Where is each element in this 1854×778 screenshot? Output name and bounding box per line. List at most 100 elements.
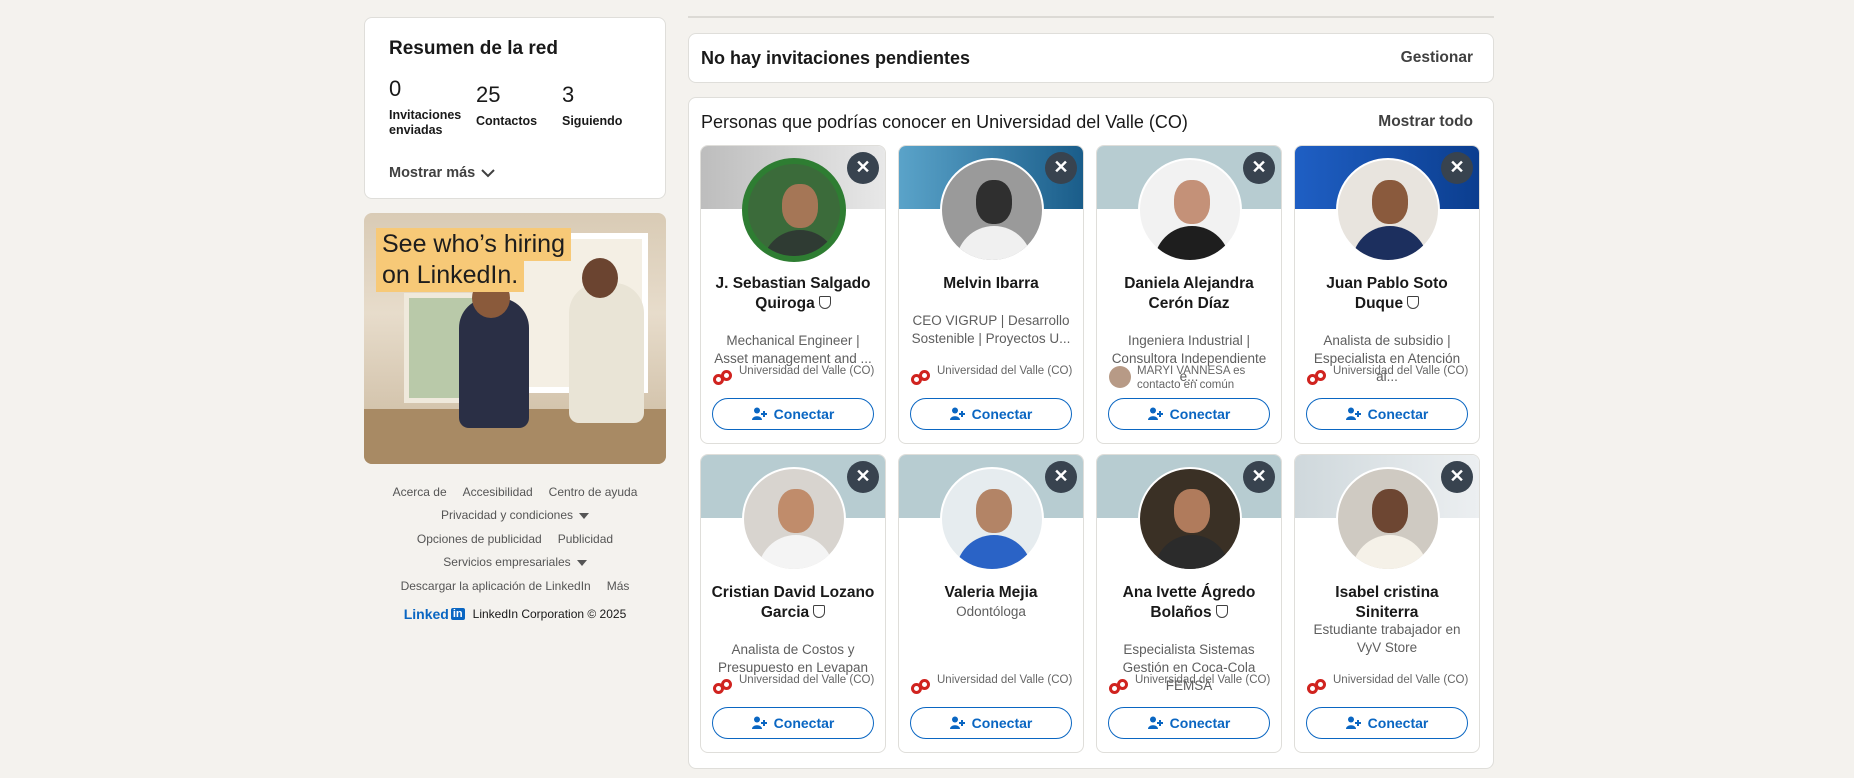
linkedin-logo-in: in bbox=[450, 607, 465, 620]
footer-link-accessibility[interactable]: Accesibilidad bbox=[463, 485, 533, 499]
dismiss-button[interactable]: ✕ bbox=[1243, 152, 1275, 184]
footer-link-help[interactable]: Centro de ayuda bbox=[549, 485, 638, 499]
univalle-logo-icon bbox=[1307, 368, 1327, 388]
person-name-text: Daniela Alejandra Cerón Díaz bbox=[1124, 275, 1254, 312]
connect-button[interactable]: Conectar bbox=[1306, 707, 1468, 739]
ad-image-person bbox=[569, 283, 644, 423]
close-icon: ✕ bbox=[1251, 157, 1267, 177]
dismiss-button[interactable]: ✕ bbox=[1441, 152, 1473, 184]
person-card[interactable]: ✕ J. Sebastian Salgado Quiroga Mechanica… bbox=[700, 145, 886, 444]
dismiss-button[interactable]: ✕ bbox=[1441, 461, 1473, 493]
person-card[interactable]: ✕ Cristian David Lozano Garcia Analista … bbox=[700, 454, 886, 753]
person-insight: Universidad del Valle (CO) bbox=[713, 673, 877, 697]
person-card[interactable]: ✕ Daniela Alejandra Cerón Díaz Ingeniera… bbox=[1096, 145, 1282, 444]
person-card[interactable]: ✕ Melvin Ibarra CEO VIGRUP | Desarrollo … bbox=[898, 145, 1084, 444]
show-more-button[interactable]: Mostrar más bbox=[389, 165, 495, 181]
person-name[interactable]: Valeria Mejia bbox=[907, 583, 1075, 603]
footer-link-business-label: Servicios empresariales bbox=[443, 555, 571, 570]
connect-label: Conectar bbox=[773, 406, 835, 422]
footer-link-privacy-label: Privacidad y condiciones bbox=[440, 508, 574, 523]
stat-number: 25 bbox=[476, 82, 501, 107]
footer-link-privacy[interactable]: Privacidad y condiciones bbox=[440, 508, 590, 523]
person-name[interactable]: Juan Pablo Soto Duque bbox=[1303, 274, 1471, 314]
stat-contacts[interactable]: 25 Contactos bbox=[476, 82, 537, 129]
footer-link-more[interactable]: Más bbox=[607, 579, 630, 593]
add-person-icon bbox=[751, 407, 767, 420]
person-insight: Universidad del Valle (CO) bbox=[911, 673, 1075, 697]
connect-button[interactable]: Conectar bbox=[1108, 398, 1270, 430]
close-icon: ✕ bbox=[1449, 157, 1465, 177]
person-insight: Universidad del Valle (CO) bbox=[911, 364, 1075, 388]
avatar[interactable] bbox=[742, 467, 846, 571]
caret-down-icon bbox=[579, 513, 590, 520]
close-icon: ✕ bbox=[1053, 466, 1069, 486]
close-icon: ✕ bbox=[855, 466, 871, 486]
connect-label: Conectar bbox=[773, 715, 835, 731]
avatar-body bbox=[956, 226, 1032, 260]
avatar[interactable] bbox=[1138, 467, 1242, 571]
dismiss-button[interactable]: ✕ bbox=[847, 461, 879, 493]
connect-button[interactable]: Conectar bbox=[1108, 707, 1270, 739]
avatar[interactable] bbox=[1336, 467, 1440, 571]
person-insight-text: Universidad del Valle (CO) bbox=[937, 674, 1073, 686]
dismiss-button[interactable]: ✕ bbox=[1243, 461, 1275, 493]
person-headline: Analista de Costos y Presupuesto en Leva… bbox=[717, 642, 869, 675]
ad-headline-line1: See who’s hiring bbox=[376, 228, 571, 261]
divider bbox=[688, 16, 1494, 18]
person-name-text: Melvin Ibarra bbox=[943, 275, 1039, 292]
person-card[interactable]: ✕ Isabel cristina Siniterra Estudiante t… bbox=[1294, 454, 1480, 753]
univalle-logo-icon bbox=[1109, 677, 1129, 697]
caret-down-icon bbox=[576, 560, 587, 567]
dismiss-button[interactable]: ✕ bbox=[847, 152, 879, 184]
footer-link-advertising[interactable]: Publicidad bbox=[558, 532, 613, 546]
footer-copyright: LinkedIn Corporation © 2025 bbox=[472, 606, 627, 621]
dismiss-button[interactable]: ✕ bbox=[1045, 152, 1077, 184]
avatar[interactable] bbox=[1138, 158, 1242, 262]
avatar-head bbox=[1372, 180, 1408, 224]
person-name[interactable]: J. Sebastian Salgado Quiroga bbox=[709, 274, 877, 314]
person-name-text: J. Sebastian Salgado Quiroga bbox=[715, 275, 871, 312]
stat-following[interactable]: 3 Siguiendo bbox=[562, 82, 622, 129]
person-card[interactable]: ✕ Juan Pablo Soto Duque Analista de subs… bbox=[1294, 145, 1480, 444]
person-headline: Odontóloga bbox=[956, 604, 1026, 619]
connect-button[interactable]: Conectar bbox=[1306, 398, 1468, 430]
footer-link-adchoices[interactable]: Opciones de publicidad bbox=[417, 532, 542, 546]
avatar[interactable] bbox=[940, 158, 1044, 262]
connect-button[interactable]: Conectar bbox=[712, 398, 874, 430]
person-name[interactable]: Melvin Ibarra bbox=[907, 274, 1075, 294]
avatar-body bbox=[762, 230, 838, 256]
footer-link-app[interactable]: Descargar la aplicación de LinkedIn bbox=[401, 579, 591, 593]
person-name[interactable]: Cristian David Lozano Garcia bbox=[709, 583, 877, 623]
linkedin-logo: Linked in bbox=[404, 606, 465, 622]
person-card[interactable]: ✕ Ana Ivette Ágredo Bolaños Especialista… bbox=[1096, 454, 1282, 753]
manage-button[interactable]: Gestionar bbox=[1401, 49, 1473, 67]
stat-invitations-sent[interactable]: 0 Invitaciones enviadas bbox=[389, 76, 464, 138]
person-name-text: Cristian David Lozano Garcia bbox=[711, 584, 875, 621]
person-name[interactable]: Isabel cristina Siniterra bbox=[1303, 583, 1471, 623]
show-all-button[interactable]: Mostrar todo bbox=[1378, 113, 1473, 131]
connect-label: Conectar bbox=[1367, 406, 1429, 422]
add-person-icon bbox=[751, 716, 767, 729]
connect-button[interactable]: Conectar bbox=[910, 707, 1072, 739]
dismiss-button[interactable]: ✕ bbox=[1045, 461, 1077, 493]
univalle-logo-icon bbox=[911, 677, 931, 697]
avatar[interactable] bbox=[1336, 158, 1440, 262]
add-person-icon bbox=[949, 716, 965, 729]
footer-brand: Linked in LinkedIn Corporation © 2025 bbox=[364, 606, 666, 622]
person-insight: MARYI VANNESA es contacto en común bbox=[1109, 364, 1273, 392]
ad-banner[interactable]: See who’s hiring on LinkedIn. bbox=[364, 213, 666, 464]
person-name[interactable]: Ana Ivette Ágredo Bolaños bbox=[1105, 583, 1273, 623]
stat-label: Invitaciones enviadas bbox=[389, 108, 462, 137]
footer-link-business[interactable]: Servicios empresariales bbox=[443, 555, 587, 570]
avatar[interactable] bbox=[742, 158, 846, 262]
connect-button[interactable]: Conectar bbox=[910, 398, 1072, 430]
person-name[interactable]: Daniela Alejandra Cerón Díaz bbox=[1105, 274, 1273, 314]
person-card[interactable]: ✕ Valeria Mejia Odontóloga Universidad d… bbox=[898, 454, 1084, 753]
connect-button[interactable]: Conectar bbox=[712, 707, 874, 739]
avatar-head bbox=[1174, 489, 1210, 533]
person-insight: Universidad del Valle (CO) bbox=[1109, 673, 1273, 697]
person-insight-text: Universidad del Valle (CO) bbox=[1333, 674, 1469, 686]
footer-link-about[interactable]: Acerca de bbox=[393, 485, 447, 499]
close-icon: ✕ bbox=[1449, 466, 1465, 486]
avatar[interactable] bbox=[940, 467, 1044, 571]
